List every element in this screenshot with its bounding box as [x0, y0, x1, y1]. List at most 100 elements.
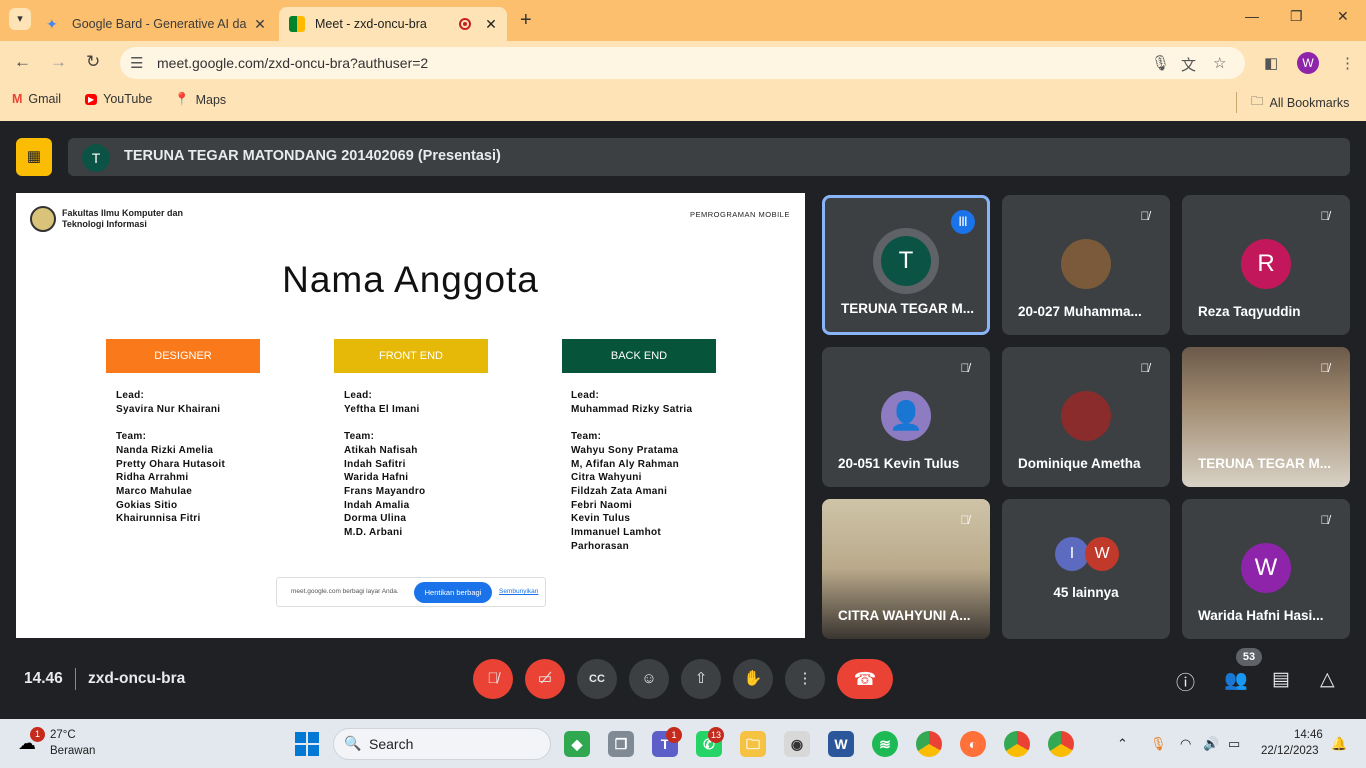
camera-off-button[interactable]: ▭̸ — [525, 659, 565, 699]
member-line: Indah Safitri — [344, 458, 406, 470]
role-back-end: BACK END — [562, 339, 716, 373]
slide-course: PEMROGRAMAN MOBILE — [690, 210, 790, 219]
emoji-reaction-button[interactable]: ☺ — [629, 659, 669, 699]
raise-hand-button[interactable]: ✋ — [733, 659, 773, 699]
menu-icon[interactable]: ⋮ — [1340, 54, 1355, 72]
hide-link[interactable]: Sembunyikan — [499, 588, 538, 595]
app-icon[interactable]: ◉ — [784, 731, 810, 757]
participant-tile[interactable]: R 🎙̸ Reza Taqyuddin — [1182, 195, 1350, 335]
default-user-icon: 👤 — [881, 391, 931, 441]
restore-icon[interactable]: ❐ — [1290, 8, 1303, 25]
stop-sharing-button[interactable]: Hentikan berbagi — [414, 582, 492, 603]
taskbar-search[interactable] — [333, 728, 551, 760]
profile-avatar[interactable]: W — [1297, 52, 1319, 74]
muted-mic-icon: 🎙̸ — [1140, 361, 1150, 375]
forward-icon[interactable]: → — [50, 52, 67, 72]
member-line: Kevin Tulus — [571, 513, 631, 525]
captions-button[interactable]: CC — [577, 659, 617, 699]
presenter-avatar: T — [82, 144, 110, 172]
shared-slide: Fakultas Ilmu Komputer dan Teknologi Inf… — [16, 193, 805, 638]
notification-bell-icon[interactable]: 🔔 — [1331, 736, 1347, 752]
bookmark-star-icon[interactable]: ☆ — [1213, 54, 1226, 72]
volume-icon[interactable]: 🔊 — [1203, 736, 1219, 752]
participant-name: Reza Taqyuddin — [1198, 304, 1301, 319]
participant-avatar — [1061, 391, 1111, 441]
meeting-code: zxd-oncu-bra — [88, 670, 186, 687]
member-line: Syavira Nur Khairani — [116, 403, 221, 415]
new-tab-button[interactable]: + — [520, 9, 532, 32]
member-line: Team: — [571, 431, 602, 443]
bookmark-youtube[interactable]: ▶ YouTube — [85, 92, 152, 106]
participant-avatar: R — [1241, 239, 1291, 289]
side-panel-icon[interactable]: ◧ — [1264, 54, 1278, 72]
leave-call-button[interactable]: ☎ — [837, 659, 893, 699]
presenter-name: TERUNA TEGAR MATONDANG 201402069 (Presen… — [124, 148, 501, 164]
share-notice-text: meet.google.com berbagi layar Anda. — [291, 588, 399, 595]
present-screen-button[interactable]: ⇧ — [681, 659, 721, 699]
mute-mic-button[interactable]: 🎙̸ — [473, 659, 513, 699]
microphone-in-use-icon[interactable]: 🎙 — [1150, 736, 1167, 752]
participant-tile[interactable]: W 🎙̸ Warida Hafni Hasi... — [1182, 499, 1350, 639]
all-bookmarks[interactable]: 🗀 All Bookmarks — [1236, 92, 1349, 113]
gmail-icon: M — [12, 92, 23, 106]
windows-start-icon[interactable] — [295, 732, 319, 756]
weather-badge: 1 — [30, 727, 45, 742]
participant-tile[interactable]: 🎙̸ Dominique Ametha — [1002, 347, 1170, 487]
participant-tile[interactable]: T ||| TERUNA TEGAR M... — [822, 195, 990, 335]
participant-video-tile[interactable]: 🎙̸ CITRA WAHYUNI A... — [822, 499, 990, 639]
tab-meet[interactable]: Meet - zxd-oncu-bra ✕ — [279, 7, 507, 41]
copilot-icon[interactable]: ◆ — [564, 731, 590, 757]
task-view-icon[interactable]: ❐ — [608, 731, 634, 757]
participant-tile[interactable]: 🎙̸ 20-027 Muhamma... — [1002, 195, 1170, 335]
chrome-icon[interactable] — [916, 731, 942, 757]
participant-tile[interactable]: 👤 🎙̸ 20-051 Kevin Tulus — [822, 347, 990, 487]
role-designer: DESIGNER — [106, 339, 260, 373]
backend-members: Lead: Muhammad Rizky Satria Team: Wahyu So… — [571, 389, 692, 553]
chat-icon[interactable]: ▤ — [1272, 668, 1290, 691]
site-info-icon[interactable]: ☰ — [130, 54, 143, 72]
member-line: Muhammad Rizky Satria — [571, 403, 693, 415]
close-window-icon[interactable]: ✕ — [1337, 8, 1349, 25]
university-logo — [30, 206, 56, 232]
bookmark-maps[interactable]: 📍 Maps — [174, 92, 226, 107]
temperature: 27°C — [50, 729, 76, 741]
firefox-icon[interactable]: ◐ — [960, 731, 986, 757]
url-text[interactable]: meet.google.com/zxd-oncu-bra?authuser=2 — [157, 55, 428, 71]
word-icon[interactable]: W — [828, 731, 854, 757]
close-tab-icon[interactable]: ✕ — [481, 16, 501, 33]
bookmark-gmail[interactable]: M Gmail — [12, 92, 61, 106]
member-line: Wahyu Sony Pratama — [571, 444, 679, 456]
tab-search-button[interactable]: ▾ — [9, 8, 31, 30]
spotify-icon[interactable]: ≋ — [872, 731, 898, 757]
translate-icon[interactable]: 文 — [1181, 54, 1196, 75]
people-icon[interactable]: 👥 — [1224, 668, 1248, 692]
back-icon[interactable]: ← — [14, 52, 31, 72]
minimize-icon[interactable]: — — [1245, 8, 1259, 24]
clock-time[interactable]: 14:46 — [1294, 729, 1323, 741]
youtube-icon: ▶ — [85, 93, 98, 105]
tab-google-bard[interactable]: ✦ Google Bard - Generative AI da ✕ — [36, 7, 276, 41]
participant-avatar: T — [881, 236, 931, 286]
microphone-icon[interactable]: 🎙 — [1151, 54, 1170, 72]
show-hidden-icons[interactable]: ⌃ — [1117, 736, 1128, 752]
wifi-icon[interactable]: ◠ — [1180, 736, 1191, 752]
maps-icon: 📍 — [174, 92, 190, 106]
chrome-profile-icon[interactable] — [1048, 731, 1074, 757]
more-participants-tile[interactable]: I W 45 lainnya — [1002, 499, 1170, 639]
member-line: M, Afifan Aly Rahman — [571, 458, 680, 470]
participant-avatar: I — [1055, 537, 1089, 571]
more-options-button[interactable]: ⋮ — [785, 659, 825, 699]
close-tab-icon[interactable]: ✕ — [250, 16, 270, 33]
speaking-indicator-icon: ||| — [951, 210, 975, 234]
clock-date[interactable]: 22/12/2023 — [1261, 745, 1319, 757]
member-line: Warida Hafni — [344, 472, 409, 484]
file-explorer-icon[interactable]: 🗀 — [740, 731, 766, 757]
activities-icon[interactable]: △ — [1320, 668, 1335, 691]
participant-video-tile[interactable]: 🎙̸ TERUNA TEGAR M... — [1182, 347, 1350, 487]
meeting-info-icon[interactable]: ⓘ — [1176, 668, 1195, 695]
participant-name: CITRA WAHYUNI A... — [838, 608, 971, 623]
reload-icon[interactable]: ↻ — [86, 52, 100, 72]
presentation-icon[interactable]: ▦ — [16, 138, 52, 176]
chrome-profile-icon[interactable] — [1004, 731, 1030, 757]
battery-icon[interactable]: ▭ — [1228, 736, 1240, 752]
